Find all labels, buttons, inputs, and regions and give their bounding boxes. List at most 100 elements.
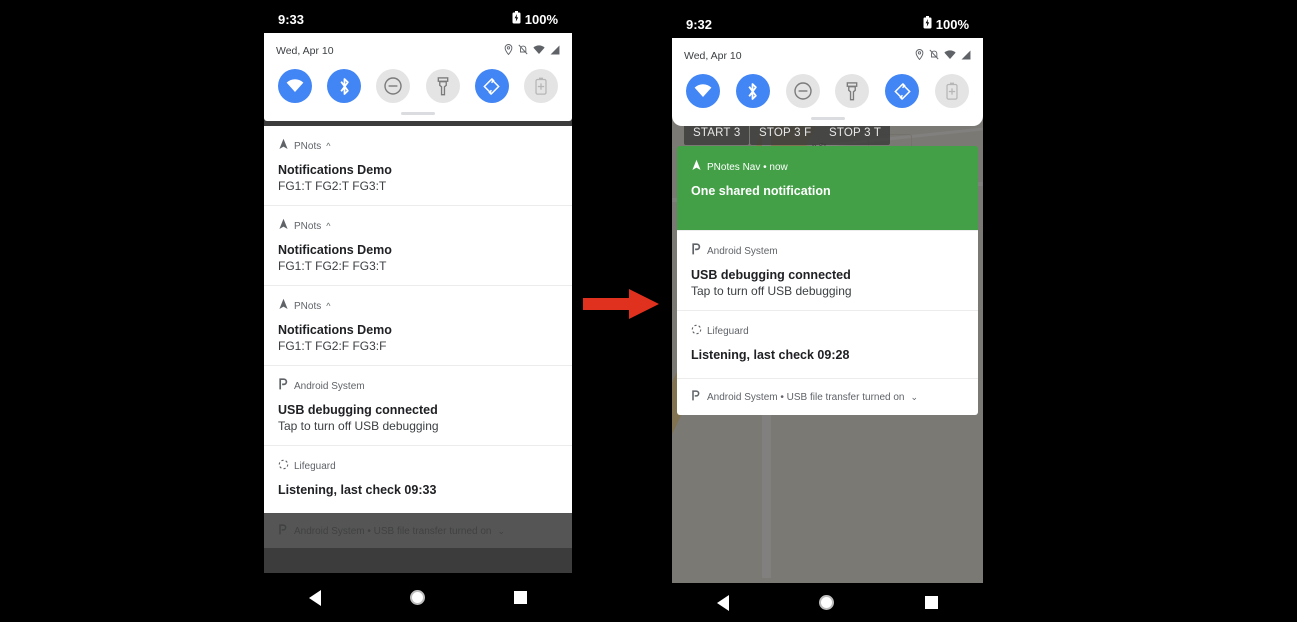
notification-item[interactable]: PNots ^ Notifications Demo FG1:T FG2:F F… [264, 205, 572, 285]
footer-text: Android System • USB file transfer turne… [294, 525, 492, 537]
chevron-up-icon[interactable]: ^ [326, 221, 330, 231]
back-icon[interactable] [717, 594, 730, 611]
notification-item-shared[interactable]: PNotes Nav • now One shared notification [677, 146, 978, 230]
notification-title: USB debugging connected [691, 268, 851, 282]
notification-header: Lifeguard [278, 457, 558, 475]
battery-icon [512, 11, 521, 27]
wifi-tile[interactable] [686, 74, 720, 108]
phone-right-screen: Landings Dr Charleston n St ngstorff Goo… [672, 38, 983, 583]
battery-saver-tile[interactable] [523, 69, 558, 103]
notification-header: Lifeguard [691, 322, 964, 340]
notification-body: Tap to turn off USB debugging [278, 419, 439, 433]
notification-item[interactable]: Android System USB debugging connected T… [677, 230, 978, 310]
notification-body: FG1:T FG2:T FG3:T [278, 179, 387, 193]
notification-header: PNots ^ [278, 137, 558, 155]
android-system-icon [691, 242, 702, 260]
chevron-up-icon[interactable]: ^ [326, 141, 330, 151]
notification-title: Notifications Demo [278, 243, 392, 257]
chevron-up-icon[interactable]: ^ [326, 301, 330, 311]
quick-settings-status-icons [915, 47, 971, 65]
back-icon[interactable] [308, 589, 321, 606]
android-system-icon [278, 522, 288, 540]
android-system-icon [691, 388, 701, 406]
notification-footer-collapsed[interactable]: Android System • USB file transfer turne… [264, 513, 572, 548]
notification-app-name: Android System [294, 380, 365, 392]
lifeguard-icon [691, 322, 702, 340]
notifications-muted-icon [518, 42, 528, 60]
notification-app-name: PNots [294, 220, 322, 232]
status-time: 9:33 [278, 11, 305, 27]
notification-title: Notifications Demo [278, 323, 392, 337]
battery-percent: 100% [935, 16, 969, 32]
notification-app-name: PNotes Nav • now [707, 161, 788, 173]
recents-icon[interactable] [514, 591, 528, 604]
quick-settings-header: Wed, Apr 10 [684, 47, 971, 65]
quick-settings-header: Wed, Apr 10 [276, 42, 560, 60]
notification-title: One shared notification [691, 184, 831, 198]
auto-rotate-tile[interactable] [885, 74, 920, 108]
status-bar-left: 9:33 100% [264, 10, 572, 28]
navigation-arrow-icon [691, 158, 702, 176]
quick-settings-panel-left[interactable]: Wed, Apr 10 [264, 33, 572, 121]
quick-settings-status-icons [504, 42, 560, 60]
notification-app-name: PNots [294, 140, 322, 152]
wifi-icon [533, 42, 545, 60]
bluetooth-tile[interactable] [327, 69, 362, 103]
notification-header: Android System [278, 377, 558, 395]
battery-saver-tile[interactable] [934, 74, 969, 108]
notification-footer-collapsed[interactable]: Android System • USB file transfer turne… [677, 378, 978, 415]
home-icon[interactable] [409, 590, 425, 605]
flashlight-tile[interactable] [425, 69, 460, 103]
screenshot-canvas: 9:33 100% Wed, Apr 10 PNots ^ Notificati… [0, 0, 1297, 622]
chevron-down-icon[interactable]: ⌄ [910, 392, 918, 403]
notifications-muted-icon [929, 47, 939, 65]
phone-left: 9:33 100% Wed, Apr 10 PNots ^ Notificati… [264, 0, 572, 622]
quick-settings-date: Wed, Apr 10 [276, 45, 334, 57]
phone-left-screen: Wed, Apr 10 PNots ^ Notifications Demo F… [264, 33, 572, 573]
quick-settings-drag-handle[interactable] [401, 112, 435, 115]
notification-body: FG1:T FG2:F FG3:F [278, 339, 387, 353]
notification-item[interactable]: Lifeguard Listening, last check 09:28 [677, 310, 978, 378]
footer-text: Android System • USB file transfer turne… [707, 391, 905, 403]
battery-icon [923, 16, 932, 32]
navigation-arrow-icon [278, 137, 289, 155]
quick-settings-tiles-right [684, 74, 971, 108]
notification-app-name: Lifeguard [707, 325, 749, 337]
red-right-arrow [583, 288, 659, 320]
status-right-group: 100% [512, 11, 558, 27]
notification-title: Notifications Demo [278, 163, 392, 177]
notification-item[interactable]: PNots ^ Notifications Demo FG1:T FG2:T F… [264, 126, 572, 205]
recents-icon[interactable] [924, 596, 938, 609]
navigation-arrow-icon [278, 217, 289, 235]
wifi-tile[interactable] [278, 69, 312, 103]
do-not-disturb-tile[interactable] [376, 69, 411, 103]
notification-item[interactable]: PNots ^ Notifications Demo FG1:T FG2:F F… [264, 285, 572, 365]
notification-body: Tap to turn off USB debugging [691, 284, 852, 298]
notification-app-name: Android System [707, 245, 778, 257]
wifi-icon [944, 47, 956, 65]
quick-settings-tiles-left [276, 69, 560, 103]
bluetooth-tile[interactable] [735, 74, 770, 108]
notification-title: Listening, last check 09:28 [691, 348, 850, 362]
quick-settings-drag-handle[interactable] [810, 117, 845, 120]
navigation-bar-left [264, 573, 572, 622]
auto-rotate-tile[interactable] [474, 69, 509, 103]
notification-header: PNots ^ [278, 217, 558, 235]
lifeguard-icon [278, 457, 289, 475]
notification-title: Listening, last check 09:33 [278, 483, 437, 497]
quick-settings-date: Wed, Apr 10 [684, 50, 742, 62]
quick-settings-panel-right[interactable]: Wed, Apr 10 [672, 38, 983, 126]
notification-app-name: Lifeguard [294, 460, 336, 472]
notification-item[interactable]: Android System USB debugging connected T… [264, 365, 572, 445]
chevron-down-icon[interactable]: ⌄ [497, 526, 505, 537]
location-icon [504, 42, 513, 60]
notification-item[interactable]: Lifeguard Listening, last check 09:33 [264, 445, 572, 513]
status-bar-right: 9:32 100% [672, 15, 983, 33]
notification-list-right: PNotes Nav • now One shared notification… [677, 146, 978, 415]
phone-right: 9:32 100% Landi [672, 0, 983, 622]
notification-app-name: PNots [294, 300, 322, 312]
flashlight-tile[interactable] [835, 74, 870, 108]
notification-body: FG1:T FG2:F FG3:T [278, 259, 387, 273]
home-icon[interactable] [819, 595, 835, 610]
do-not-disturb-tile[interactable] [785, 74, 820, 108]
